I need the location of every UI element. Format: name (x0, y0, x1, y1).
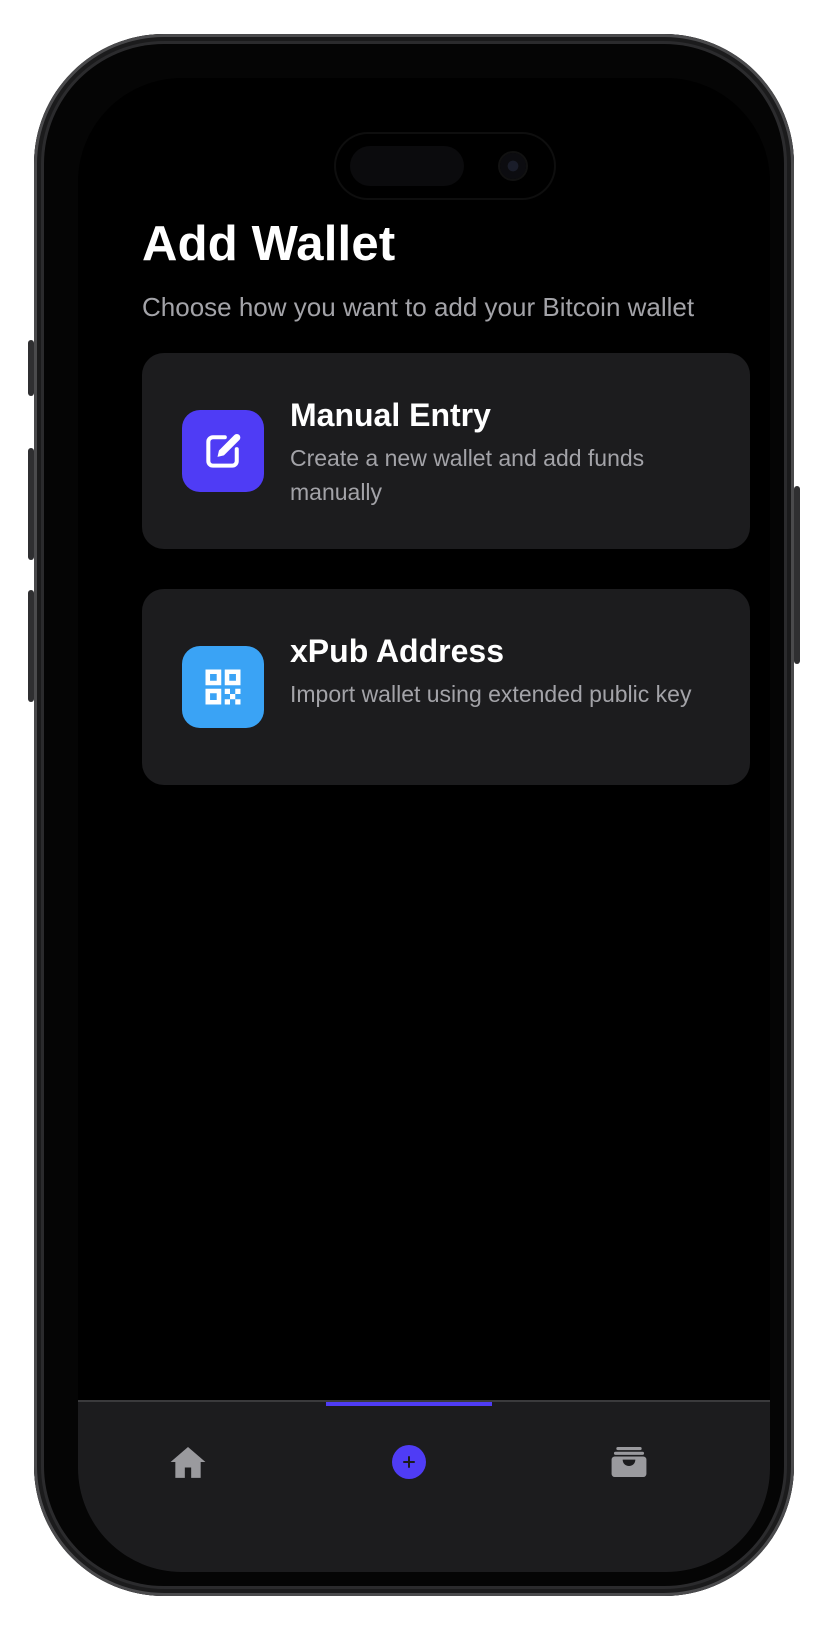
manual-entry-icon-tile (182, 410, 264, 492)
dynamic-island (336, 134, 554, 198)
xpub-address-title: xPub Address (290, 633, 504, 669)
volume-up-button (28, 448, 34, 560)
bottom-tab-bar (78, 1400, 770, 1572)
action-button (28, 340, 34, 396)
edit-icon (206, 434, 241, 468)
screen: Add Wallet Choose how you want to add yo… (78, 78, 770, 1572)
xpub-address-option[interactable]: xPub Address Import wallet using extende… (142, 589, 750, 785)
add-circle-icon (392, 1445, 426, 1479)
tab-add-wallet[interactable] (369, 1432, 449, 1492)
volume-down-button (28, 590, 34, 702)
front-camera (500, 153, 526, 179)
tab-wallets[interactable] (589, 1432, 669, 1492)
island-sensor (350, 146, 464, 186)
active-tab-indicator (326, 1402, 492, 1406)
power-button (794, 486, 800, 664)
page-title: Add Wallet (142, 217, 396, 271)
manual-entry-title: Manual Entry (290, 397, 491, 433)
xpub-icon-tile (182, 646, 264, 728)
qr-code-icon (205, 669, 241, 705)
phone-frame: Add Wallet Choose how you want to add yo… (28, 34, 800, 1596)
tab-home[interactable] (148, 1432, 228, 1492)
manual-entry-description: Create a new wallet and add funds manual… (290, 445, 645, 505)
wallet-icon (611, 1446, 647, 1478)
manual-entry-option[interactable]: Manual Entry Create a new wallet and add… (142, 353, 750, 549)
xpub-address-description: Import wallet using extended public key (290, 681, 692, 707)
home-icon (170, 1446, 206, 1478)
page-subtitle: Choose how you want to add your Bitcoin … (142, 292, 695, 322)
bezel: Add Wallet Choose how you want to add yo… (44, 44, 784, 1586)
